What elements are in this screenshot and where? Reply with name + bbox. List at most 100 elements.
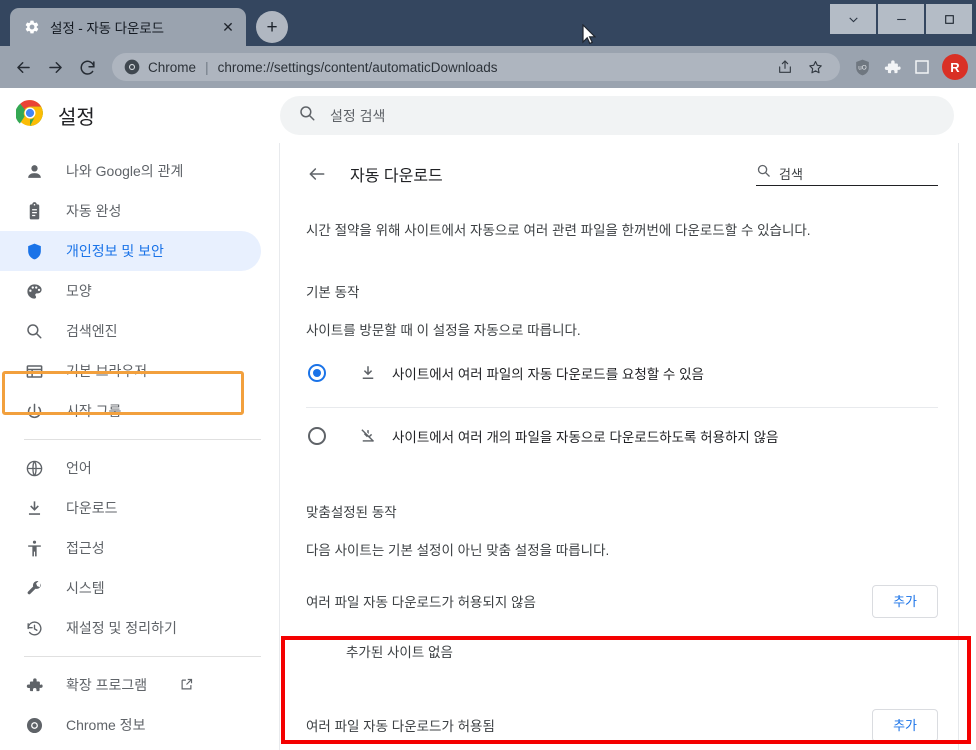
default-behavior-heading: 기본 동작	[306, 285, 360, 300]
open-in-new-icon	[179, 677, 195, 693]
sidebar-item-reset-and-cleanup[interactable]: 재설정 및 정리하기	[0, 608, 261, 648]
sidebar-item-accessibility[interactable]: 접근성	[0, 528, 261, 568]
person-icon	[24, 161, 44, 181]
browser-window-icon	[24, 361, 44, 381]
chrome-icon	[124, 59, 140, 75]
sidebar-item-extensions[interactable]: 확장 프로그램	[0, 665, 261, 705]
sidebar-item-label: 시작 그룹	[66, 403, 122, 419]
sidebar-item-search-engine[interactable]: 검색엔진	[0, 311, 261, 351]
sidebar-item-default-browser[interactable]: 기본 브라우저	[0, 351, 261, 391]
avatar[interactable]: R	[942, 54, 968, 80]
sidebar-item-you-and-google[interactable]: 나와 Google의 관계	[0, 151, 261, 191]
sidebar-item-system[interactable]: 시스템	[0, 568, 261, 608]
browser-window: 설정 - 자동 다운로드 ✕ + Chrome | chrome://setti…	[0, 0, 976, 750]
omnibox-actions	[772, 54, 828, 80]
sidepanel-icon[interactable]	[908, 53, 936, 81]
globe-icon	[24, 458, 44, 478]
subpage-title: 자동 다운로드	[350, 168, 443, 185]
radio-option-allow[interactable]: 사이트에서 여러 파일의 자동 다운로드를 요청할 수 있음	[306, 345, 938, 401]
mouse-cursor	[582, 24, 596, 45]
subpage-description: 시간 절약을 위해 사이트에서 자동으로 여러 관련 파일을 한꺼번에 다운로드…	[306, 223, 811, 238]
add-button-allow[interactable]: 추가	[872, 708, 938, 742]
block-list-empty-text: 추가된 사이트 없음	[346, 645, 453, 660]
tab-search-button[interactable]	[830, 4, 876, 34]
omnibox-separator: |	[205, 59, 209, 75]
settings-header: 설정 설정 검색	[0, 88, 976, 143]
reload-button[interactable]	[72, 52, 102, 82]
browser-toolbar: Chrome | chrome://settings/content/autom…	[0, 46, 976, 88]
radio-button-selected[interactable]	[308, 364, 326, 382]
omnibox-scheme-label: Chrome	[148, 59, 197, 75]
sidebar-divider	[24, 439, 261, 440]
ublock-origin-icon[interactable]: uO	[848, 53, 876, 81]
maximize-button[interactable]	[926, 4, 972, 34]
sidebar-item-label: 시스템	[66, 580, 105, 596]
sidebar-item-label: Chrome 정보	[66, 717, 146, 733]
clipboard-icon	[24, 201, 44, 221]
sidebar-item-label: 모양	[66, 283, 92, 299]
sidebar-item-on-startup[interactable]: 시작 그룹	[0, 391, 261, 431]
chrome-logo-icon	[15, 99, 44, 132]
sidebar-item-privacy-and-security[interactable]: 개인정보 및 보안	[0, 231, 261, 271]
sidebar-item-label: 기본 브라우저	[66, 363, 148, 379]
custom-behavior-subheading: 다음 사이트는 기본 설정이 아닌 맞춤 설정을 따릅니다.	[306, 543, 610, 558]
allow-list-label: 여러 파일 자동 다운로드가 허용됨	[306, 719, 495, 734]
tab-title: 설정 - 자동 다운로드	[50, 21, 164, 36]
sidebar-item-label: 접근성	[66, 540, 105, 556]
back-button[interactable]	[8, 52, 38, 82]
minimize-button[interactable]	[878, 4, 924, 34]
gear-icon	[24, 19, 40, 35]
content-scroll-gutter[interactable]	[958, 143, 959, 750]
star-icon[interactable]	[802, 54, 828, 80]
block-list-label: 여러 파일 자동 다운로드가 허용되지 않음	[306, 595, 536, 610]
radio-option-label: 사이트에서 여러 개의 파일을 자동으로 다운로드하도록 허용하지 않음	[392, 429, 779, 445]
window-controls	[830, 4, 972, 34]
power-icon	[24, 401, 44, 421]
sidebar-item-label: 자동 완성	[66, 203, 122, 219]
subpage-header: 자동 다운로드 검색	[306, 143, 938, 205]
svg-text:uO: uO	[858, 64, 867, 71]
radio-button-unselected[interactable]	[308, 426, 326, 445]
browser-tab[interactable]: 설정 - 자동 다운로드 ✕	[10, 8, 246, 46]
extensions-puzzle-icon[interactable]	[878, 53, 906, 81]
tab-strip: 설정 - 자동 다운로드 ✕ +	[0, 0, 976, 46]
sidebar-item-autofill[interactable]: 자동 완성	[0, 191, 261, 231]
palette-icon	[24, 281, 44, 301]
settings-search-placeholder: 설정 검색	[330, 107, 386, 124]
arrow-left-icon[interactable]	[306, 163, 328, 185]
inline-search-field[interactable]: 검색	[756, 163, 938, 186]
download-off-icon	[358, 426, 378, 446]
settings-page: 설정 설정 검색 나와 Google의 관계 자동 완성 개인정보 및 보안 모…	[0, 88, 976, 750]
page-title: 설정	[58, 107, 95, 129]
close-icon[interactable]: ✕	[218, 17, 238, 37]
inline-search-label: 검색	[779, 166, 803, 182]
radio-option-block[interactable]: 사이트에서 여러 개의 파일을 자동으로 다운로드하도록 허용하지 않음	[306, 407, 938, 463]
address-bar[interactable]: Chrome | chrome://settings/content/autom…	[112, 53, 840, 81]
sidebar-item-downloads[interactable]: 다운로드	[0, 488, 261, 528]
accessibility-icon	[24, 538, 44, 558]
new-tab-button[interactable]: +	[256, 11, 288, 43]
sidebar-item-label: 개인정보 및 보안	[66, 243, 164, 259]
settings-content: 자동 다운로드 검색 시간 절약을 위해 사이트에서 자동으로 여러 관련 파일…	[280, 143, 976, 750]
sidebar-item-label: 나와 Google의 관계	[66, 163, 184, 179]
settings-body: 나와 Google의 관계 자동 완성 개인정보 및 보안 모양 검색엔진 기본…	[0, 143, 976, 750]
share-icon[interactable]	[772, 54, 798, 80]
puzzle-icon	[24, 675, 44, 695]
add-button-block[interactable]: 추가	[872, 584, 938, 618]
sidebar-item-label: 다운로드	[66, 500, 118, 516]
history-restore-icon	[24, 618, 44, 638]
sidebar-item-languages[interactable]: 언어	[0, 448, 261, 488]
settings-search-input[interactable]: 설정 검색	[280, 96, 954, 135]
allow-list-header: 여러 파일 자동 다운로드가 허용됨 추가	[306, 697, 938, 750]
sidebar-item-appearance[interactable]: 모양	[0, 271, 261, 311]
forward-button[interactable]	[40, 52, 70, 82]
custom-behavior-heading: 맞춤설정된 동작	[306, 505, 397, 520]
chrome-icon	[24, 715, 44, 735]
sidebar-item-about-chrome[interactable]: Chrome 정보	[0, 705, 261, 745]
sidebar-divider	[24, 656, 261, 657]
download-icon	[24, 498, 44, 518]
search-icon	[756, 163, 771, 183]
sidebar-item-label: 검색엔진	[66, 323, 118, 339]
settings-brand: 설정	[0, 99, 280, 132]
default-behavior-subheading: 사이트를 방문할 때 이 설정을 자동으로 따릅니다.	[306, 323, 581, 338]
